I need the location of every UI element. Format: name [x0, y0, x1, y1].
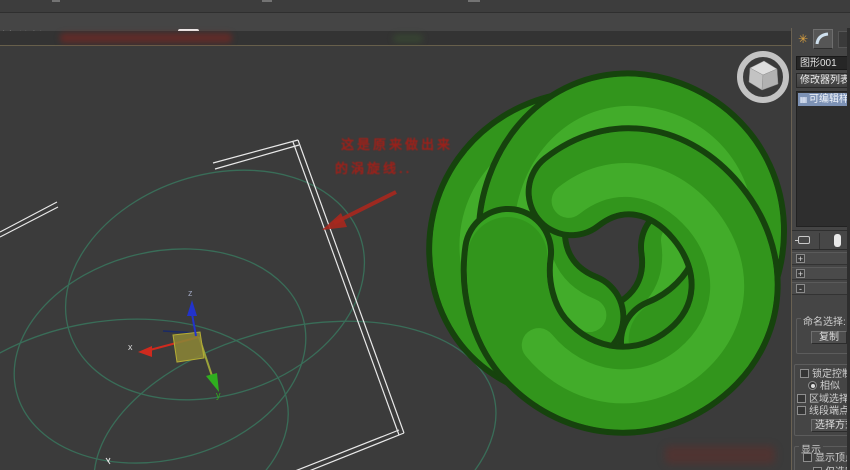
- modifier-list-dropdown[interactable]: 修改器列表: [796, 73, 850, 88]
- alike-label: 相似: [820, 381, 840, 392]
- segment-end-row[interactable]: 线段端点: [797, 406, 849, 417]
- toolbar-strip-top: [0, 0, 850, 13]
- modify-icon: [815, 32, 829, 45]
- toolbar-remnant-icon: [52, 0, 60, 2]
- create-tab-icon[interactable]: ✳: [798, 32, 808, 46]
- stack-row-label: 可编辑样条线: [809, 94, 850, 105]
- rollout-area: + + - 命名选择: 复制 锁定控制柄 相似 区域选择 线段端点 选择方式 显…: [792, 252, 850, 470]
- divider: [819, 233, 820, 249]
- lock-handles-row[interactable]: 锁定控制柄: [800, 369, 850, 380]
- object-name-field[interactable]: 图形001: [796, 56, 850, 70]
- select-by-button[interactable]: 选择方式: [811, 419, 850, 432]
- checkbox[interactable]: [803, 453, 812, 462]
- annotation-text-line2: 的涡旋线..: [335, 161, 413, 176]
- selection-options-group: 锁定控制柄 相似 区域选择 线段端点 选择方式: [794, 364, 850, 436]
- display-group: 显示 显示顶点编号 仅选定: [794, 441, 850, 470]
- show-vertex-numbers-row[interactable]: 显示顶点编号: [803, 453, 850, 464]
- area-selection-label: 区域选择: [809, 394, 849, 405]
- red-watermark-smudge: [665, 446, 775, 464]
- rollout-rendering[interactable]: +: [792, 252, 850, 265]
- x-axis-arrowhead: [138, 346, 152, 357]
- show-vertex-numbers-label: 显示顶点编号: [815, 453, 850, 464]
- pin-stack-icon[interactable]: [795, 236, 810, 244]
- torus-knot-object[interactable]: [426, 70, 787, 436]
- rollout-selection[interactable]: -: [792, 282, 850, 295]
- area-selection-row[interactable]: 区域选择: [797, 394, 849, 405]
- rollout-toggle[interactable]: +: [796, 254, 805, 264]
- named-selection-group: 命名选择: 复制: [796, 313, 850, 354]
- rectangle-spline[interactable]: [0, 139, 405, 470]
- toolbar-remnant-icon: [468, 0, 480, 2]
- toolbar-strip-middle: 对象绘制 ▾ ▾: [0, 13, 850, 44]
- red-watermark-smudge: [60, 33, 232, 43]
- annotation-text-line1: 这是原来做出来: [341, 137, 454, 152]
- tab-modify[interactable]: [813, 29, 833, 49]
- x-axis-label: x: [128, 342, 133, 352]
- radio-selected[interactable]: [808, 381, 817, 390]
- checkbox[interactable]: [797, 394, 806, 403]
- spline-icon: ▦: [799, 95, 808, 104]
- alike-radio-row[interactable]: 相似: [808, 381, 840, 392]
- toolbar-strip-bottom: [0, 31, 850, 46]
- command-panel-tabs: ✳: [792, 28, 850, 52]
- command-panel: ✳ 图形001 修改器列表 ▦可编辑样条线 + + -: [791, 28, 850, 470]
- lock-handles-label: 锁定控制柄: [812, 369, 850, 380]
- rollout-interpolation[interactable]: +: [792, 267, 850, 280]
- checkbox[interactable]: [797, 406, 806, 415]
- viewport-canvas: x z y: [0, 51, 789, 470]
- rollout-toggle[interactable]: -: [796, 284, 805, 294]
- rollout-toggle[interactable]: +: [796, 269, 805, 279]
- 3dsmax-window: 对象绘制 ▾ ▾: [0, 0, 850, 470]
- perspective-viewport[interactable]: x z y 这是原来做出来 的涡旋线..: [0, 46, 792, 470]
- move-gizmo[interactable]: x z y: [128, 288, 221, 400]
- copy-button[interactable]: 复制: [811, 331, 847, 344]
- named-selection-label: 命名选择:: [801, 313, 848, 328]
- checkbox[interactable]: [800, 369, 809, 378]
- z-axis-arrowhead: [187, 300, 197, 316]
- y-axis-label: y: [216, 390, 221, 400]
- modifier-stack[interactable]: ▦可编辑样条线: [796, 91, 850, 227]
- stack-row-editable-spline[interactable]: ▦可编辑样条线: [798, 93, 850, 106]
- configure-modifier-icon[interactable]: [834, 234, 841, 247]
- toolbar-remnant-icon: [262, 0, 272, 2]
- segment-end-label: 线段端点: [809, 406, 849, 417]
- green-smudge: [393, 34, 423, 43]
- viewcube[interactable]: [737, 51, 789, 103]
- stack-toolbar: [792, 230, 850, 250]
- xy-plane-handle[interactable]: [172, 331, 205, 363]
- z-axis-label: z: [188, 288, 193, 298]
